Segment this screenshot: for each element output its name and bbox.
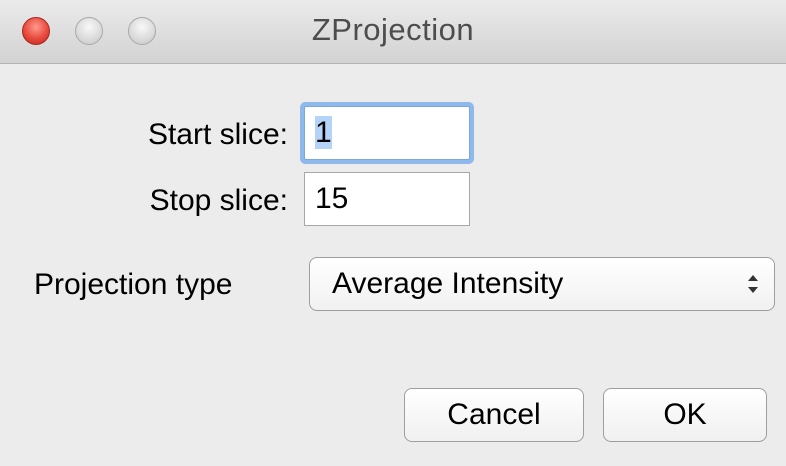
title-bar: ZProjection [0,0,786,64]
updown-icon [748,275,758,293]
window-title: ZProjection [311,12,475,47]
zprojection-dialog: ZProjection Start slice: 1 Stop slice: 1… [0,0,786,466]
stop-slice-field[interactable]: 15 [304,172,470,226]
ok-button[interactable]: OK [603,388,767,442]
stop-slice-label: Stop slice: [149,184,288,217]
start-slice-field[interactable]: 1 [304,106,470,160]
projection-type-select[interactable]: Average Intensity [309,257,775,311]
projection-type-value: Average Intensity [332,267,564,300]
projection-type-label: Projection type [34,268,233,301]
start-slice-value: 1 [315,116,332,149]
cancel-button[interactable]: Cancel [404,388,584,442]
start-slice-label: Start slice: [147,118,288,151]
